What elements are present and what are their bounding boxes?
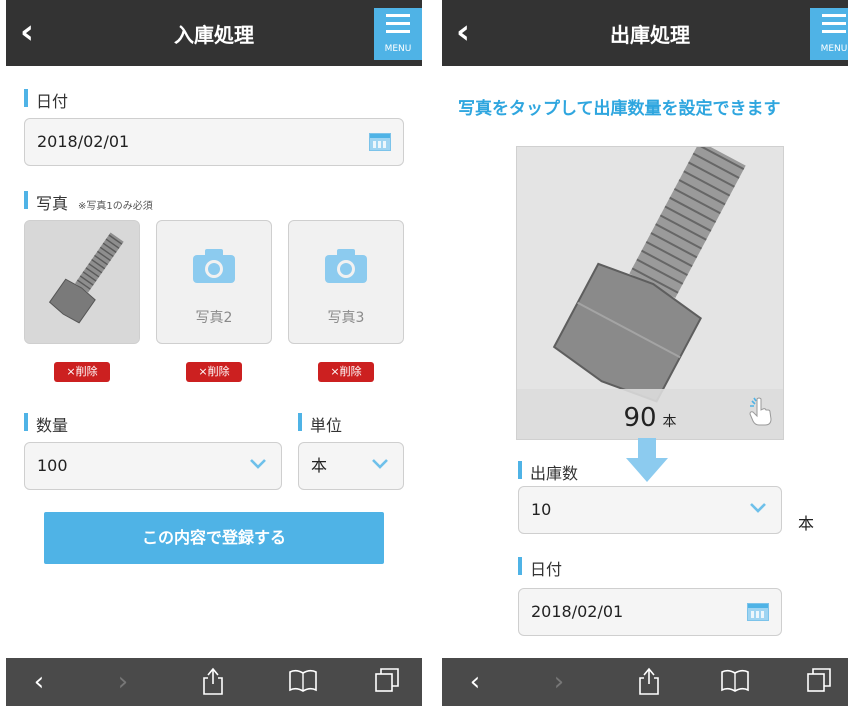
- outgoing-screen: ‹ 出庫処理 MENU 写真をタップして出庫数量を設定できます 90 本 出庫数…: [442, 0, 848, 706]
- arrow-down-icon: [626, 438, 668, 482]
- camera-icon: [325, 249, 367, 283]
- bookmarks-icon[interactable]: [286, 666, 320, 698]
- photo2-label: 写真2: [195, 310, 233, 326]
- share-icon[interactable]: [632, 666, 666, 698]
- bookmarks-icon[interactable]: [718, 666, 752, 698]
- bolt-photo: [25, 221, 139, 343]
- calendar-icon[interactable]: [747, 603, 769, 621]
- remaining-qty-value: 90: [623, 403, 657, 433]
- date-field[interactable]: 2018/02/01: [518, 588, 782, 636]
- menu-label: MENU: [384, 44, 412, 54]
- calendar-icon[interactable]: [369, 133, 391, 151]
- chevron-down-icon: [250, 459, 266, 469]
- hand-pointer-icon: [749, 397, 772, 426]
- browser-back-icon[interactable]: ‹: [22, 666, 56, 698]
- photo-slot-3[interactable]: 写真3: [288, 220, 404, 344]
- out-quantity-select[interactable]: 10: [518, 486, 782, 534]
- header-bar: ‹ 入庫処理 MENU: [6, 0, 422, 66]
- quantity-select[interactable]: 100: [24, 442, 282, 490]
- photo3-label: 写真3: [327, 310, 365, 326]
- date-label: 日付: [530, 560, 563, 579]
- photo-slot-1[interactable]: [24, 220, 140, 344]
- browser-toolbar: ‹ ›: [6, 658, 422, 706]
- date-value: 2018/02/01: [37, 132, 130, 151]
- share-icon[interactable]: [196, 666, 230, 698]
- header-bar: ‹ 出庫処理 MENU: [442, 0, 848, 66]
- incoming-screen: ‹ 入庫処理 MENU 日付 2018/02/01 写真 ※写真1のみ必須 写真…: [6, 0, 422, 706]
- date-value: 2018/02/01: [531, 602, 624, 621]
- browser-forward-icon[interactable]: ›: [106, 666, 140, 698]
- browser-forward-icon[interactable]: ›: [542, 666, 576, 698]
- delete-photo1-button[interactable]: ×削除: [54, 362, 110, 382]
- qty-label: 数量: [36, 416, 69, 435]
- delete-photo3-button[interactable]: ×削除: [318, 362, 374, 382]
- date-field[interactable]: 2018/02/01: [24, 118, 404, 166]
- register-button[interactable]: この内容で登録する: [44, 512, 384, 564]
- unit-value: 本: [311, 456, 328, 475]
- tabs-icon[interactable]: [802, 666, 836, 698]
- unit-label: 単位: [310, 416, 343, 435]
- tabs-icon[interactable]: [370, 666, 404, 698]
- menu-button[interactable]: MENU: [810, 8, 848, 60]
- remaining-qty-unit: 本: [662, 414, 677, 430]
- browser-back-icon[interactable]: ‹: [458, 666, 492, 698]
- browser-toolbar: ‹ ›: [442, 658, 848, 706]
- quantity-value: 100: [37, 456, 68, 475]
- page-title: 出庫処理: [610, 23, 690, 47]
- out-unit: 本: [798, 514, 815, 533]
- product-photo[interactable]: 90 本: [516, 146, 784, 440]
- menu-icon: [386, 14, 410, 36]
- photo-slot-2[interactable]: 写真2: [156, 220, 272, 344]
- chevron-down-icon: [750, 503, 766, 513]
- camera-icon: [193, 249, 235, 283]
- menu-label: MENU: [820, 44, 848, 54]
- out-qty-label: 出庫数: [530, 464, 579, 483]
- photo-label: 写真: [36, 194, 69, 213]
- date-label: 日付: [36, 92, 69, 111]
- instruction-text: 写真をタップして出庫数量を設定できます: [458, 99, 781, 119]
- menu-button[interactable]: MENU: [374, 8, 422, 60]
- unit-select[interactable]: 本: [298, 442, 404, 490]
- out-quantity-value: 10: [531, 500, 552, 519]
- page-title: 入庫処理: [174, 23, 254, 47]
- delete-photo2-button[interactable]: ×削除: [186, 362, 242, 382]
- chevron-down-icon: [372, 459, 388, 469]
- photo-note: ※写真1のみ必須: [78, 201, 153, 212]
- remaining-quantity: 90 本: [517, 403, 783, 433]
- menu-icon: [822, 14, 846, 36]
